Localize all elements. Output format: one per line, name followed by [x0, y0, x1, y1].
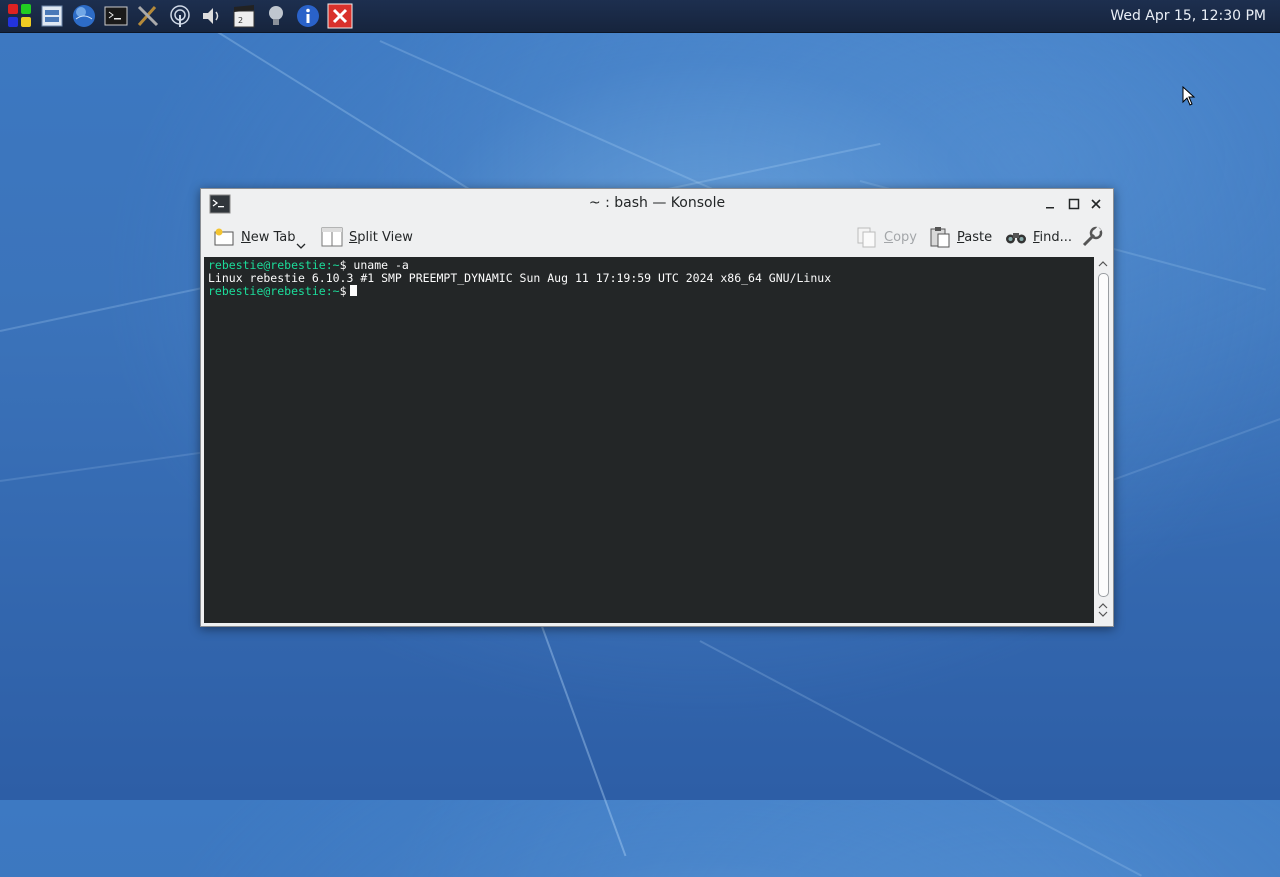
main-toolbar: New Tab Split View Copy Paste Find...	[201, 219, 1113, 255]
kde-apps-menu-icon[interactable]	[6, 2, 34, 30]
split-view-label: plit View	[357, 229, 413, 245]
new-tab-dropdown-chevron-icon[interactable]	[296, 235, 306, 249]
window-title: ~ : bash — Konsole	[588, 195, 726, 211]
video-editor-icon[interactable]: 2	[230, 2, 258, 30]
volume-icon[interactable]	[198, 2, 226, 30]
terminal-line: rebestie@rebestie:~$	[208, 285, 1090, 298]
scroll-up-arrow-icon[interactable]	[1095, 257, 1111, 271]
wrench-icon	[1081, 226, 1103, 248]
close-session-icon[interactable]	[326, 2, 354, 30]
find-button[interactable]: Find...	[1005, 225, 1072, 249]
terminal-scrollbar[interactable]	[1095, 257, 1111, 623]
prompt-user-host: rebestie@rebestie	[208, 258, 326, 272]
top-panel: 2 Wed Apr 15, 12:30 PM	[0, 0, 1280, 33]
scrollbar-thumb[interactable]	[1098, 273, 1109, 597]
paste-label: aste	[964, 229, 993, 245]
scroll-up-arrow-icon[interactable]	[1098, 602, 1108, 610]
prompt-path: :~	[325, 284, 340, 298]
maximize-button[interactable]	[1065, 195, 1083, 213]
copy-icon	[856, 226, 878, 248]
binoculars-icon	[1005, 226, 1027, 248]
new-tab-icon	[213, 226, 235, 248]
find-label: ind...	[1039, 229, 1073, 245]
minimize-button[interactable]	[1041, 195, 1059, 213]
terminal-command: uname -a	[353, 258, 409, 272]
window-titlebar[interactable]: ~ : bash — Konsole	[201, 189, 1113, 219]
copy-mnemonic: C	[884, 229, 894, 245]
tools-icon[interactable]	[134, 2, 162, 30]
close-button[interactable]	[1087, 195, 1105, 213]
web-browser-icon[interactable]	[70, 2, 98, 30]
prompt-symbol: $	[339, 284, 347, 298]
paste-icon	[929, 226, 951, 248]
bulb-icon[interactable]	[262, 2, 290, 30]
prompt-user-host: rebestie@rebestie	[208, 284, 326, 298]
settings-wrench-button[interactable]	[1081, 225, 1103, 249]
konsole-window: ~ : bash — Konsole New Tab Split View Co…	[200, 188, 1114, 627]
copy-label: opy	[893, 229, 917, 245]
scroll-down-arrows[interactable]	[1095, 597, 1111, 623]
paste-button[interactable]: Paste	[929, 225, 992, 249]
split-view-button[interactable]: Split View	[321, 225, 413, 249]
prompt-path: :~	[325, 258, 340, 272]
panel-clock[interactable]: Wed Apr 15, 12:30 PM	[1110, 8, 1266, 24]
new-tab-mnemonic: N	[241, 229, 251, 245]
file-manager-icon[interactable]	[38, 2, 66, 30]
terminal-view[interactable]: rebestie@rebestie:~$ uname -a Linux rebes…	[204, 257, 1094, 623]
split-view-icon	[321, 226, 343, 248]
svg-text:2: 2	[238, 16, 243, 25]
mouse-pointer-icon	[1182, 86, 1196, 106]
scroll-down-arrow-icon[interactable]	[1098, 610, 1108, 618]
new-tab-label: ew Tab	[250, 229, 296, 245]
terminal-icon[interactable]	[102, 2, 130, 30]
network-icon[interactable]	[166, 2, 194, 30]
prompt-symbol: $	[339, 258, 354, 272]
new-tab-button[interactable]: New Tab	[213, 225, 296, 249]
info-icon[interactable]	[294, 2, 322, 30]
text-cursor	[349, 285, 357, 296]
copy-button[interactable]: Copy	[856, 225, 917, 249]
